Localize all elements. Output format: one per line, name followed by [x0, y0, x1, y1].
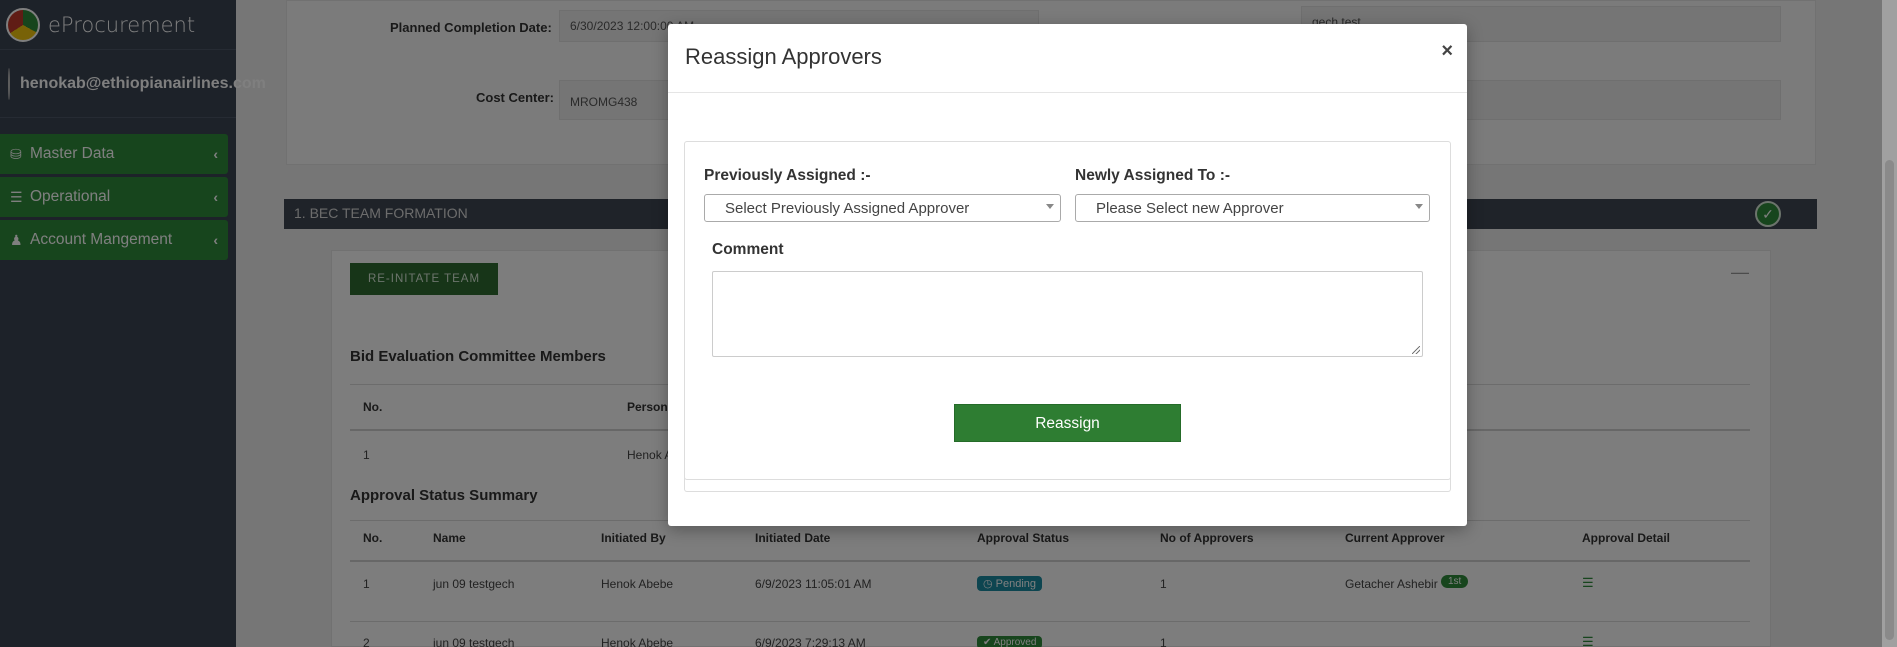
newly-assigned-label: Newly Assigned To :- [1075, 167, 1231, 184]
dropdown-arrow-icon [1415, 204, 1423, 209]
comment-textarea[interactable] [712, 271, 1423, 357]
dropdown-arrow-icon [1046, 204, 1054, 209]
previously-assigned-label: Previously Assigned :- [704, 167, 871, 184]
resize-handle-icon[interactable] [1412, 346, 1420, 354]
modal-title: Reassign Approvers [685, 44, 882, 69]
reassign-approvers-modal: Reassign Approvers × Previously Assigned… [668, 24, 1467, 526]
scrollbar-thumb[interactable] [1885, 160, 1894, 640]
close-icon[interactable]: × [1441, 40, 1453, 63]
reassign-button[interactable]: Reassign [954, 404, 1181, 442]
previously-assigned-select[interactable]: Select Previously Assigned Approver [704, 194, 1061, 222]
modal-header: Reassign Approvers × [668, 24, 1467, 93]
comment-label: Comment [712, 241, 784, 258]
previously-assigned-placeholder: Select Previously Assigned Approver [725, 200, 970, 217]
newly-assigned-select[interactable]: Please Select new Approver [1075, 194, 1430, 222]
newly-assigned-placeholder: Please Select new Approver [1096, 200, 1284, 217]
scrollbar[interactable] [1882, 0, 1897, 647]
